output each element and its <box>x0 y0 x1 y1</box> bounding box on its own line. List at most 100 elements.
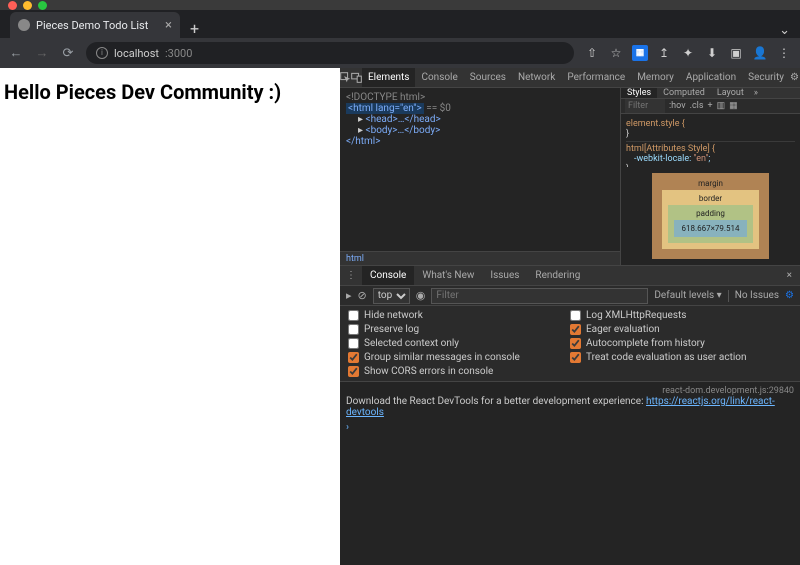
sidebar-toggle-icon[interactable]: ▸ <box>346 289 352 302</box>
forward-button[interactable]: → <box>34 45 50 61</box>
flex-icon[interactable]: ▦ <box>729 101 738 111</box>
clear-console-icon[interactable]: ⊘ <box>358 289 367 302</box>
checkbox-label: Selected context only <box>364 338 459 349</box>
console-setting-checkbox[interactable]: Hide network <box>348 310 570 321</box>
devtools-tab-strip: Elements Console Sources Network Perform… <box>340 68 800 88</box>
tab-application[interactable]: Application <box>680 68 742 87</box>
download-icon[interactable]: ⬇ <box>704 45 720 61</box>
checkbox[interactable] <box>348 310 359 321</box>
puzzle-icon[interactable]: ✦ <box>680 45 696 61</box>
window-min-dot[interactable] <box>23 1 32 10</box>
titlebar <box>0 0 800 10</box>
checkbox[interactable] <box>348 352 359 363</box>
inspect-icon[interactable] <box>340 72 351 83</box>
browser-tab[interactable]: Pieces Demo Todo List × <box>10 12 180 38</box>
dom-head[interactable]: ▸ <head>…</head> <box>346 114 614 125</box>
gear-icon[interactable]: ⚙ <box>790 72 799 83</box>
back-button[interactable]: ← <box>8 45 24 61</box>
tab-computed[interactable]: Computed <box>657 88 711 98</box>
levels-dropdown[interactable]: Default levels ▾ <box>654 290 721 301</box>
tab-performance[interactable]: Performance <box>561 68 631 87</box>
hov-toggle[interactable]: :hov <box>669 101 686 111</box>
window-close-dot[interactable] <box>8 1 17 10</box>
console-gear-icon[interactable]: ⚙ <box>785 290 794 301</box>
console-setting-checkbox[interactable]: Treat code evaluation as user action <box>570 352 792 363</box>
console-setting-checkbox[interactable]: Show CORS errors in console <box>348 366 570 377</box>
tab-elements[interactable]: Elements <box>362 68 415 87</box>
drawer-tabs: ⋮ Console What's New Issues Rendering × <box>340 266 800 286</box>
checkbox[interactable] <box>570 352 581 363</box>
info-icon[interactable]: i <box>96 47 108 59</box>
checkbox[interactable] <box>570 310 581 321</box>
new-tab-button[interactable]: + <box>180 19 209 38</box>
console-setting-checkbox[interactable]: Log XMLHttpRequests <box>570 310 792 321</box>
console-setting-checkbox[interactable]: Group similar messages in console <box>348 352 570 363</box>
tab-memory[interactable]: Memory <box>631 68 680 87</box>
chevron-down-icon[interactable]: ⌄ <box>769 23 800 38</box>
reload-button[interactable]: ⟳ <box>60 46 76 61</box>
drawer-tab-console[interactable]: Console <box>362 266 414 285</box>
dom-tree[interactable]: <!DOCTYPE html> <html lang="en"> == $0 ▸… <box>340 88 620 251</box>
address-bar[interactable]: i localhost :3000 <box>86 42 574 64</box>
breadcrumb[interactable]: html <box>340 251 620 265</box>
url-port: :3000 <box>165 47 192 60</box>
context-selector[interactable]: top <box>373 288 410 304</box>
star-icon[interactable]: ☆ <box>608 45 624 61</box>
upload-icon[interactable]: ↥ <box>656 45 672 61</box>
console-output[interactable]: react-dom.development.js:29840 Download … <box>340 382 800 565</box>
content-area: Hello Pieces Dev Community :) Elements C… <box>0 68 800 565</box>
share-icon[interactable]: ⇧ <box>584 45 600 61</box>
tab-network[interactable]: Network <box>512 68 561 87</box>
tab-styles[interactable]: Styles <box>621 88 657 98</box>
drawer-tab-whatsnew[interactable]: What's New <box>414 266 482 285</box>
device-icon[interactable] <box>351 72 362 83</box>
drawer-tab-issues[interactable]: Issues <box>482 266 527 285</box>
dom-html-line[interactable]: <html lang="en"> == $0 <box>346 103 614 114</box>
checkbox[interactable] <box>348 324 359 335</box>
url-host: localhost <box>114 47 159 60</box>
devtools-main: <!DOCTYPE html> <html lang="en"> == $0 ▸… <box>340 88 800 265</box>
kebab-icon[interactable]: ⋮ <box>776 45 792 61</box>
tab-layout[interactable]: Layout <box>711 88 750 98</box>
log-message: Download the React DevTools for a better… <box>346 396 794 418</box>
profile-icon[interactable]: 👤 <box>752 45 768 61</box>
cls-toggle[interactable]: .cls <box>690 101 704 111</box>
console-filter-input[interactable] <box>431 288 648 304</box>
add-rule-icon[interactable]: + <box>708 101 713 111</box>
console-setting-checkbox[interactable]: Autocomplete from history <box>570 338 792 349</box>
tab-console[interactable]: Console <box>415 68 463 87</box>
extension-icon[interactable]: ▦ <box>632 45 648 61</box>
dom-body[interactable]: ▸ <body>…</body> <box>346 125 614 136</box>
tab-security[interactable]: Security <box>742 68 790 87</box>
styles-sidebar: Styles Computed Layout » :hov .cls + ▥ ▦… <box>620 88 800 265</box>
checkbox[interactable] <box>570 324 581 335</box>
checkbox[interactable] <box>348 338 359 349</box>
favicon <box>18 19 30 31</box>
window-icon[interactable]: ▣ <box>728 45 744 61</box>
console-setting-checkbox[interactable]: Selected context only <box>348 338 570 349</box>
console-setting-checkbox[interactable]: Preserve log <box>348 324 570 335</box>
console-setting-checkbox[interactable]: Eager evaluation <box>570 324 792 335</box>
box-model[interactable]: margin border padding 618.667×79.514 <box>621 167 800 265</box>
drawer-tab-rendering[interactable]: Rendering <box>527 266 588 285</box>
console-prompt[interactable]: › <box>346 418 794 433</box>
styles-tabs: Styles Computed Layout » <box>621 88 800 99</box>
dom-doctype: <!DOCTYPE html> <box>346 92 614 103</box>
issues-chip[interactable]: No Issues <box>735 290 779 301</box>
tab-close-icon[interactable]: × <box>165 18 172 33</box>
drawer-kebab-icon[interactable]: ⋮ <box>340 270 362 281</box>
chevron-right-icon[interactable]: » <box>750 88 762 98</box>
tab-sources[interactable]: Sources <box>464 68 512 87</box>
window-max-dot[interactable] <box>38 1 47 10</box>
eye-icon[interactable]: ◉ <box>416 289 426 302</box>
devtools-drawer: ⋮ Console What's New Issues Rendering × … <box>340 265 800 565</box>
computed-icon[interactable]: ▥ <box>717 101 726 111</box>
css-rules[interactable]: element.style {} html[Attributes Style] … <box>621 114 800 167</box>
styles-filter-input[interactable] <box>625 99 665 113</box>
log-source[interactable]: react-dom.development.js:29840 <box>662 386 794 396</box>
drawer-close-icon[interactable]: × <box>779 270 800 281</box>
checkbox[interactable] <box>348 366 359 377</box>
checkbox[interactable] <box>570 338 581 349</box>
tab-strip: Pieces Demo Todo List × + ⌄ <box>0 10 800 38</box>
checkbox-label: Preserve log <box>364 324 419 335</box>
